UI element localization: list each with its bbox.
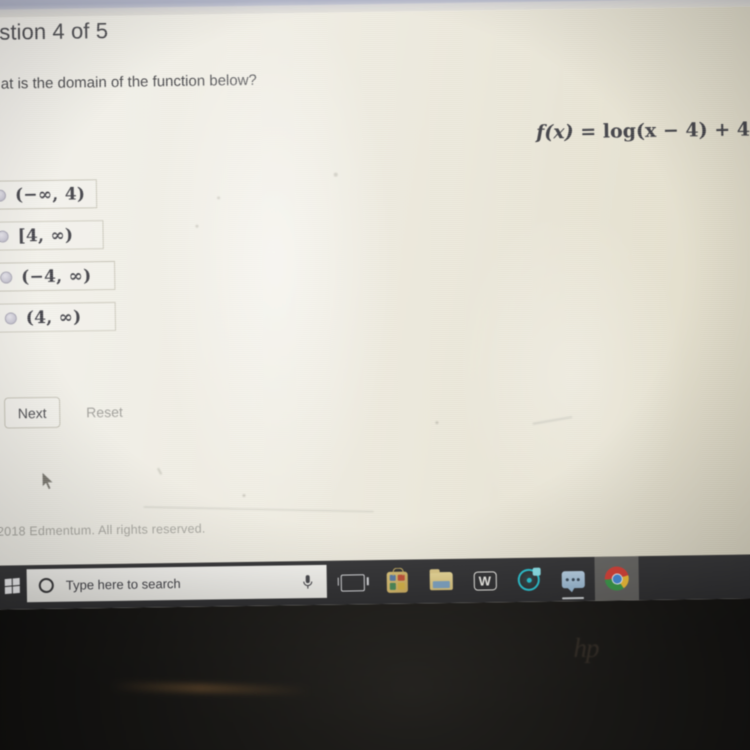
taskbar-item-task-view[interactable] [330,560,375,605]
function-formula: f(x) = log(x − 4) + 4 [536,118,750,143]
formula-equals: = [580,120,597,144]
question-counter: uestion 4 of 5 [0,18,109,45]
screen-speck [242,494,246,498]
mouse-cursor [42,471,55,491]
screen-scratch [532,416,573,425]
action-buttons: Next Reset [4,396,123,429]
answer-option-3-label: (−4, ∞) [21,265,92,287]
microphone-icon[interactable] [301,574,315,590]
task-view-icon [340,573,365,592]
laptop-screen: uestion 4 of 5 What is the domain of the… [0,0,750,610]
screen-speck [435,421,439,425]
answer-option-2[interactable]: [4, ∞) [0,220,104,251]
windows-logo-icon [4,577,20,594]
question-prompt: What is the domain of the function below… [0,71,257,93]
teal-app-icon [517,568,540,591]
taskbar-item-google-chrome[interactable] [594,556,640,601]
taskbar-item-wattpad[interactable]: W [462,558,507,603]
answer-option-2-label: [4, ∞) [17,225,74,246]
answer-option-4-label: (4, ∞) [25,306,82,328]
formula-body: log(x − 4) + 4 [602,118,750,143]
screen-scratch [157,467,163,475]
screen-speck [333,172,338,177]
microsoft-store-icon [386,571,408,593]
taskbar-item-microsoft-store[interactable] [374,559,419,604]
answer-option-1-label: (−∞, 4) [14,183,86,205]
hp-brand-logo: hp [573,633,600,663]
taskbar-search-box[interactable]: Type here to search [26,564,328,603]
answer-option-3[interactable]: (−4, ∞) [0,260,116,292]
taskbar-item-teal-app[interactable] [506,558,551,603]
reset-button[interactable]: Reset [86,403,123,420]
taskbar-app-icons: W [330,556,640,605]
cortana-circle-icon[interactable] [38,577,54,594]
start-button[interactable] [0,572,25,598]
radio-button-4[interactable] [4,311,17,325]
wattpad-icon: W [473,570,497,591]
messaging-icon [561,570,585,588]
file-explorer-icon [429,571,453,591]
next-button[interactable]: Next [4,396,61,429]
copyright-footer: © 2018 Edmentum. All rights reserved. [0,521,206,539]
google-chrome-icon [604,566,629,591]
radio-button-2[interactable] [0,230,9,243]
screen-scratch [143,506,374,513]
radio-button-3[interactable] [0,270,13,284]
answer-options: (−∞, 4) [4, ∞) (−4, ∞) (4, ∞) [0,177,243,345]
screen-speck [195,224,199,228]
answer-option-1[interactable]: (−∞, 4) [0,179,98,210]
search-input-placeholder: Type here to search [65,575,181,593]
screen-speck [217,196,221,200]
radio-button-1[interactable] [0,189,7,202]
screen-glare-secondary [418,156,725,592]
answer-option-4[interactable]: (4, ∞) [0,301,117,333]
formula-fx: f(x) [535,121,574,144]
taskbar-item-messaging[interactable] [550,557,595,602]
taskbar-item-file-explorer[interactable] [418,559,463,604]
photo-of-laptop-screen: hp uestion 4 of 5 What is the domain of … [0,0,750,750]
quiz-page: uestion 4 of 5 What is the domain of the… [0,0,750,610]
